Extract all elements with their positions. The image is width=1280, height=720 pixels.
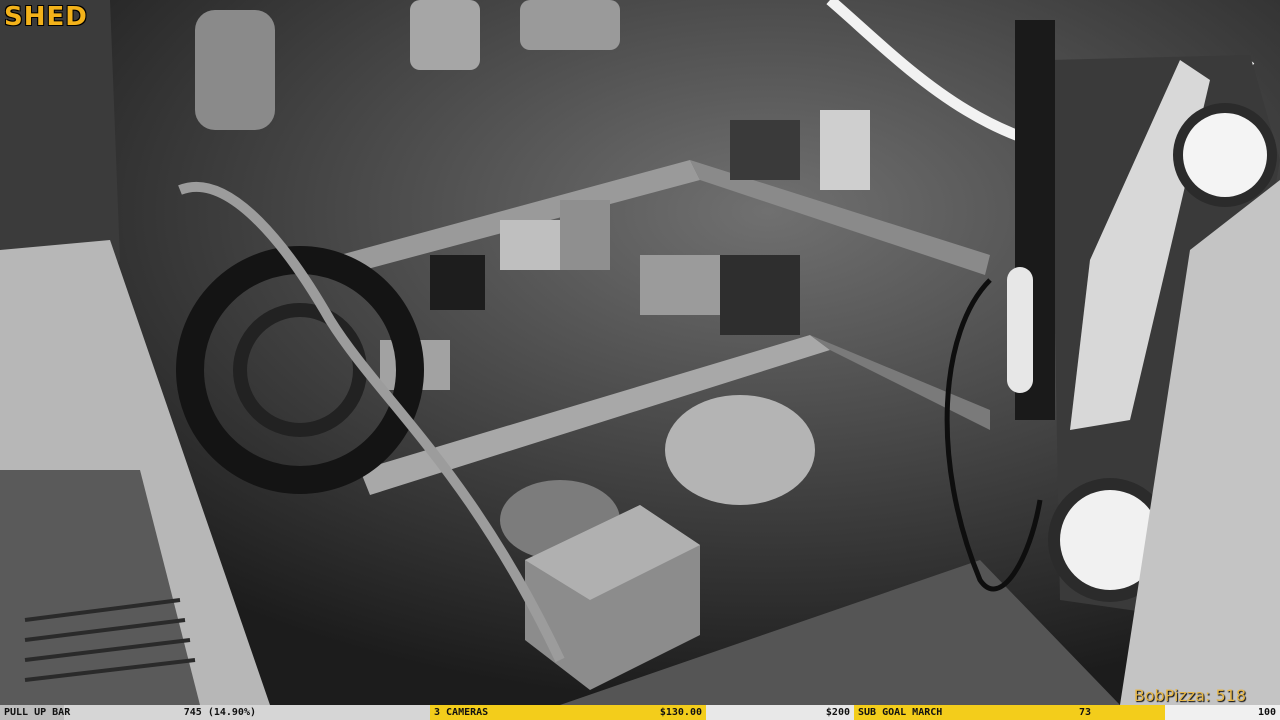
shed-scene xyxy=(0,0,1280,705)
sub-goal-target: 100 xyxy=(1257,707,1276,718)
sub-goal: SUB GOAL MARCH 73 xyxy=(854,705,1165,720)
cameras-goal: 3 CAMERAS $130.00 xyxy=(430,705,706,720)
camera-title: SHED xyxy=(4,2,88,32)
pull-up-value: 745 (14.90%) xyxy=(183,707,256,718)
camera-feed: SHED BobPizza: 518 xyxy=(0,0,1280,705)
goal-amount: $200 xyxy=(825,707,850,718)
sub-goal-label: SUB GOAL MARCH xyxy=(858,707,943,718)
goal-amount-segment: $200 xyxy=(706,705,854,720)
cameras-label: 3 CAMERAS xyxy=(434,707,489,718)
stream-ticker-bar: PULL UP BAR 745 (14.90%) 3 CAMERAS $130.… xyxy=(0,705,1280,720)
cameras-value: $130.00 xyxy=(659,707,702,718)
sub-goal-value: 73 xyxy=(1078,707,1091,718)
pull-up-label: PULL UP BAR xyxy=(4,707,71,718)
chat-message: BobPizza: 518 xyxy=(1133,686,1246,705)
pull-up-bar-goal: PULL UP BAR 745 (14.90%) xyxy=(0,705,430,720)
sub-goal-target-segment: 100 xyxy=(1165,705,1280,720)
